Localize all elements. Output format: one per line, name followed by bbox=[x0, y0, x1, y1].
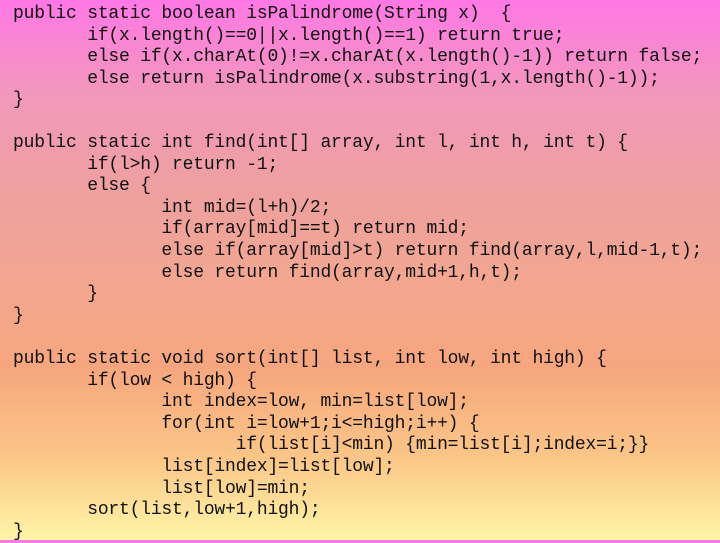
code-line: for(int i=low+1;i<=high;i++) { bbox=[13, 413, 480, 434]
code-line: public static int find(int[] array, int … bbox=[13, 133, 628, 153]
code-line: } bbox=[13, 90, 24, 111]
code-line: else if(array[mid]>t) return find(array,… bbox=[13, 240, 703, 261]
code-line: list[index]=list[low]; bbox=[13, 456, 395, 477]
code-line: sort(list,low+1,high); bbox=[13, 500, 321, 521]
code-line: } bbox=[13, 284, 98, 305]
code-line: if(x.length()==0||x.length()==1) return … bbox=[13, 25, 565, 46]
code-block-sort: public static void sort(int[] list, int … bbox=[13, 349, 649, 543]
code-line: public static void sort(int[] list, int … bbox=[13, 349, 607, 369]
code-line: list[low]=min; bbox=[13, 478, 310, 499]
code-line: if(l>h) return -1; bbox=[13, 154, 279, 175]
code-line: } bbox=[13, 305, 24, 326]
code-block-find: public static int find(int[] array, int … bbox=[13, 133, 702, 327]
code-line: else return find(array,mid+1,h,t); bbox=[13, 262, 522, 283]
code-line: else if(x.charAt(0)!=x.charAt(x.length()… bbox=[13, 47, 703, 68]
code-block-is-palindrome: public static boolean isPalindrome(Strin… bbox=[13, 4, 702, 112]
code-line: int mid=(l+h)/2; bbox=[13, 197, 332, 218]
code-line: int index=low, min=list[low]; bbox=[13, 392, 469, 413]
code-line: if(array[mid]==t) return mid; bbox=[13, 219, 469, 240]
code-line: else { bbox=[13, 176, 151, 197]
code-line: if(low < high) { bbox=[13, 370, 257, 391]
code-line: else return isPalindrome(x.substring(1,x… bbox=[13, 68, 660, 89]
code-line: public static boolean isPalindrome(Strin… bbox=[13, 4, 512, 24]
code-line: if(list[i]<min) {min=list[i];index=i;}} bbox=[13, 435, 650, 456]
code-slide: public static boolean isPalindrome(Strin… bbox=[0, 0, 720, 543]
